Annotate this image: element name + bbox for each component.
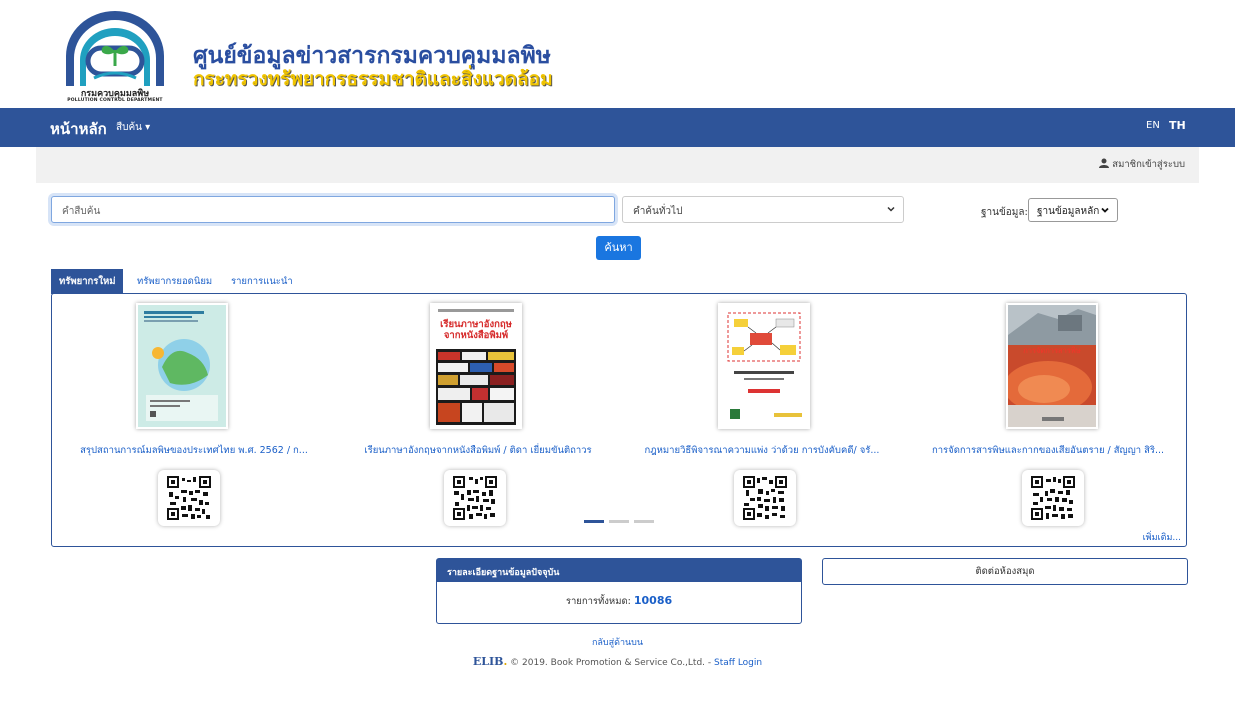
book-qr-code [158, 470, 220, 526]
carousel-indicator[interactable] [584, 520, 604, 523]
staff-login-link[interactable]: Staff Login [714, 658, 762, 668]
book-title-link[interactable]: กฎหมายวิธีพิจารณาความแพ่ง ว่าด้วย การบัง… [622, 443, 902, 458]
qr-code-icon [453, 476, 497, 520]
book-qr-code [1022, 470, 1084, 526]
contact-library-button[interactable]: ติดต่อห้องสมุด [822, 558, 1188, 585]
nav-home-link[interactable]: หน้าหลัก [50, 117, 107, 141]
database-select[interactable]: ฐานข้อมูลหลัก [1028, 198, 1118, 222]
site-subtitle: กระทรวงทรัพยากรธรรมชาติและสิ่งแวดล้อม [193, 68, 553, 90]
site-footer: ELIB. © 2019. Book Promotion & Service C… [0, 655, 1235, 668]
user-icon [1099, 158, 1110, 168]
book-cover-text: การจัดการสารพิษ [1023, 346, 1081, 355]
pcd-logo[interactable]: กรมควบคุมมลพิษ POLLUTION CONTROL DEPARTM… [58, 6, 172, 104]
search-button[interactable]: ค้นหา [596, 236, 641, 260]
book-cover[interactable]: การจัดการสารพิษ [1006, 303, 1098, 429]
book-cover-image [720, 305, 808, 427]
book-cover[interactable]: เรียนภาษาอังกฤษ จากหนังสือพิมพ์ [430, 303, 522, 429]
panel-title: รายละเอียดฐานข้อมูลปัจจุบัน [437, 559, 801, 582]
book-cover-image: การจัดการสารพิษ [1008, 305, 1096, 427]
chevron-down-icon [887, 206, 895, 212]
book-title-link[interactable]: การจัดการสารพิษและกากของเสียอันตราย / สั… [908, 443, 1188, 458]
tab-new-resources[interactable]: ทรัพยากรใหม่ [51, 269, 123, 294]
carousel-indicators [584, 520, 656, 523]
member-login-label: สมาชิกเข้าสู่ระบบ [1112, 159, 1185, 170]
copyright-text: © 2019. Book Promotion & Service Co.,Ltd… [507, 658, 714, 668]
user-bar: สมาชิกเข้าสู่ระบบ [36, 147, 1199, 183]
pcd-emblem-icon [66, 11, 164, 87]
tab-popular-resources[interactable]: ทรัพยากรยอดนิยม [129, 269, 220, 294]
nav-search-dropdown[interactable]: สืบค้น ▾ [116, 120, 150, 135]
chevron-down-icon [1101, 207, 1109, 213]
member-login-link[interactable]: สมาชิกเข้าสู่ระบบ [1099, 157, 1185, 172]
panel-body: รายการทั้งหมด: 10086 [437, 582, 801, 609]
book-title-link[interactable]: สรุปสถานการณ์มลพิษของประเทศไทย พ.ศ. 2562… [54, 443, 334, 458]
tab-recommended[interactable]: รายการแนะนำ [223, 269, 301, 294]
elib-logo-text: ELIB [472, 655, 504, 668]
book-qr-code [734, 470, 796, 526]
total-items-label: รายการทั้งหมด: [565, 596, 631, 607]
book-qr-code [444, 470, 506, 526]
book-cover-text: เรียนภาษาอังกฤษ [440, 318, 512, 330]
search-input[interactable]: คำสืบค้น [51, 196, 615, 223]
lang-en-link[interactable]: EN [1146, 120, 1160, 131]
database-label: ฐานข้อมูล: [981, 207, 1028, 218]
database-value: ฐานข้อมูลหลัก [1037, 206, 1100, 217]
book-cover-text: จากหนังสือพิมพ์ [444, 329, 508, 341]
main-navbar: หน้าหลัก สืบค้น ▾ EN TH [0, 108, 1235, 147]
qr-code-icon [167, 476, 211, 520]
book-title-link[interactable]: เรียนภาษาอังกฤษจากหนังสือพิมพ์ / ติดา เย… [338, 443, 618, 458]
elib-logo: ELIB. [473, 655, 507, 668]
carousel-indicator[interactable] [609, 520, 629, 523]
site-header: กรมควบคุมมลพิษ POLLUTION CONTROL DEPARTM… [0, 0, 1235, 108]
qr-code-icon [743, 476, 787, 520]
logo-text-en: POLLUTION CONTROL DEPARTMENT [67, 98, 163, 103]
book-cover-image: เรียนภาษาอังกฤษ จากหนังสือพิมพ์ [432, 305, 520, 427]
carousel-indicator[interactable] [634, 520, 654, 523]
more-link[interactable]: เพิ่มเติม... [1143, 530, 1181, 544]
back-to-top-link[interactable]: กลับสู่ด้านบน [0, 635, 1235, 649]
total-items-count: 10086 [633, 594, 673, 607]
book-cover[interactable] [718, 303, 810, 429]
book-cover[interactable] [136, 303, 228, 429]
book-carousel: สรุปสถานการณ์มลพิษของประเทศไทย พ.ศ. 2562… [51, 293, 1187, 547]
book-cover-image [138, 305, 226, 427]
search-type-select[interactable]: คำค้นทั่วไป [622, 196, 904, 223]
database-info-panel: รายละเอียดฐานข้อมูลปัจจุบัน รายการทั้งหม… [436, 558, 802, 624]
qr-code-icon [1031, 476, 1075, 520]
search-type-value: คำค้นทั่วไป [633, 206, 683, 217]
lang-th-link[interactable]: TH [1169, 119, 1186, 132]
